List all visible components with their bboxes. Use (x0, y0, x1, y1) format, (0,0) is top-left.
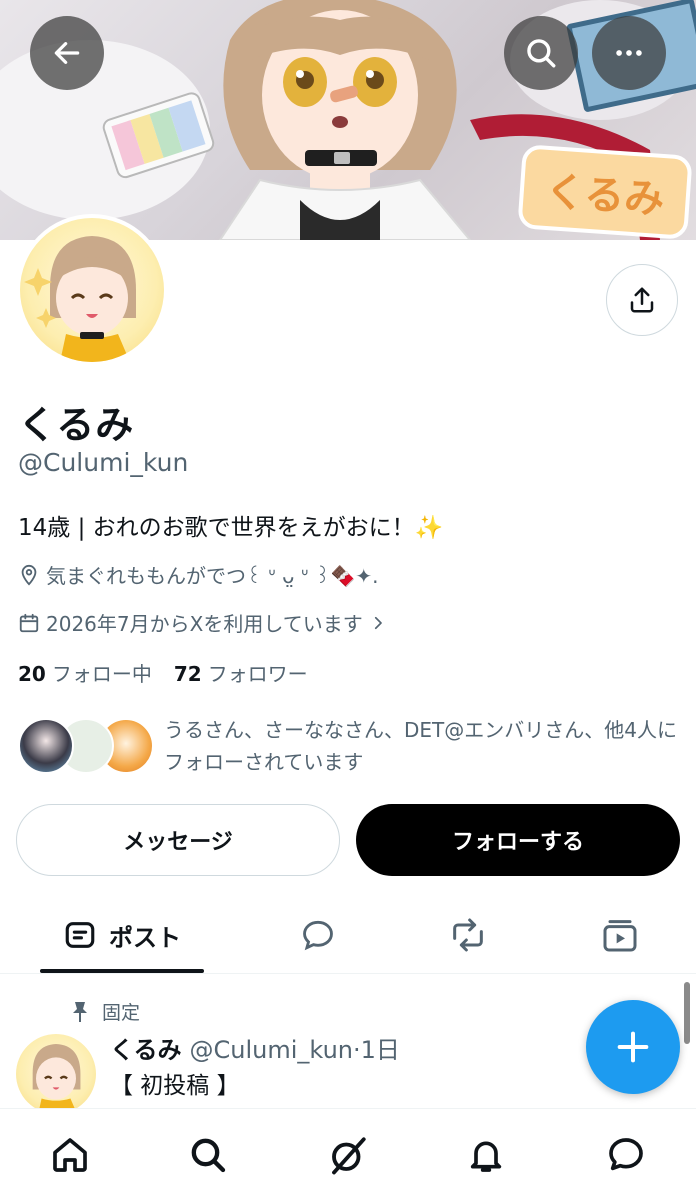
back-arrow-icon (54, 42, 80, 64)
nav-messages[interactable] (604, 1133, 648, 1177)
back-button[interactable] (30, 16, 104, 90)
share-button[interactable] (606, 264, 678, 336)
post-header: くるみ @Culumi_kun·1日 (110, 1030, 400, 1065)
tab-replies[interactable] (282, 896, 354, 974)
display-name: くるみ (18, 403, 135, 447)
bell-icon (470, 1141, 502, 1172)
plus-icon (617, 1031, 649, 1063)
posts-icon (65, 922, 95, 948)
location-row: 気まぐれももんがでつ꒰ ᐡ ᴗ̤ ᐡ ꒱🍫✦. (18, 560, 379, 589)
following-stat[interactable]: 20 フォロー中 (18, 658, 152, 687)
profile-tabs: ポスト (0, 896, 696, 974)
followers-label: フォロワー (207, 662, 308, 686)
more-icon (616, 50, 642, 56)
profile-bio: 14歳 | おれのお歌で世界をえがおに！✨ (18, 515, 444, 541)
banner-logo: くるみ (517, 144, 693, 240)
active-tab-indicator (40, 969, 204, 973)
post-author-handle[interactable]: @Culumi_kun·1日 (190, 1030, 400, 1065)
more-button[interactable] (592, 16, 666, 90)
home-icon (53, 1138, 87, 1172)
compose-button[interactable] (586, 1000, 680, 1094)
followed-by-row[interactable]: うるさん、さーななさん、DET@エンバリさん、他4人にフォローされています (18, 712, 678, 782)
follower-avatar (18, 718, 74, 774)
banner-logo-text: くるみ (543, 168, 666, 224)
user-handle: @Culumi_kun (18, 448, 189, 477)
pinned-indicator: 固定 (70, 998, 140, 1025)
video-icon (603, 920, 637, 952)
nav-home[interactable] (48, 1133, 92, 1177)
chevron-right-icon (374, 616, 382, 629)
tab-posts-label: ポスト (109, 923, 181, 952)
scrollbar[interactable] (684, 982, 690, 1044)
chat-bubble-icon (609, 1138, 643, 1171)
follow-stats: 20 フォロー中 72 フォロワー (18, 658, 308, 687)
profile-banner[interactable]: くるみ (0, 0, 696, 240)
post-author-name[interactable]: くるみ (110, 1030, 182, 1065)
pinned-label: 固定 (102, 1002, 141, 1024)
post-text: 【 初投稿 】 (110, 1073, 240, 1099)
joined-row[interactable]: 2026年7月からXを利用しています (18, 608, 387, 637)
avatar-illustration (32, 1044, 81, 1114)
nav-notifications[interactable] (464, 1133, 508, 1177)
bottom-navigation (0, 1108, 696, 1200)
nav-search[interactable] (186, 1133, 230, 1177)
post-avatar[interactable] (16, 1034, 96, 1114)
grok-icon (332, 1137, 366, 1175)
tab-media[interactable] (584, 896, 656, 974)
search-button[interactable] (504, 16, 578, 90)
tab-posts[interactable]: ポスト (40, 896, 204, 974)
repost-icon (453, 918, 483, 952)
reply-bubble-icon (303, 920, 333, 951)
followers-count: 72 (173, 662, 202, 686)
location-pin-icon (21, 564, 37, 586)
following-label: フォロー中 (51, 662, 152, 686)
pin-icon (73, 1001, 87, 1022)
search-icon (191, 1138, 226, 1173)
nav-grok[interactable] (326, 1133, 370, 1177)
share-icon (630, 287, 654, 313)
followers-stat[interactable]: 72 フォロワー (174, 658, 308, 687)
follow-button[interactable]: フォローする (356, 804, 680, 876)
joined-text: 2026年7月からXを利用しています (46, 612, 363, 636)
avatar-illustration (24, 236, 136, 362)
location-text: 気まぐれももんがでつ꒰ ᐡ ᴗ̤ ᐡ ꒱🍫✦. (46, 564, 379, 588)
profile-avatar[interactable] (16, 214, 168, 366)
tab-reposts[interactable] (432, 896, 504, 974)
calendar-icon (19, 613, 39, 632)
message-button[interactable]: メッセージ (16, 804, 340, 876)
search-icon (527, 39, 556, 68)
followed-by-text: うるさん、さーななさん、DET@エンバリさん、他4人にフォローされています (164, 718, 677, 774)
following-count: 20 (18, 662, 46, 686)
